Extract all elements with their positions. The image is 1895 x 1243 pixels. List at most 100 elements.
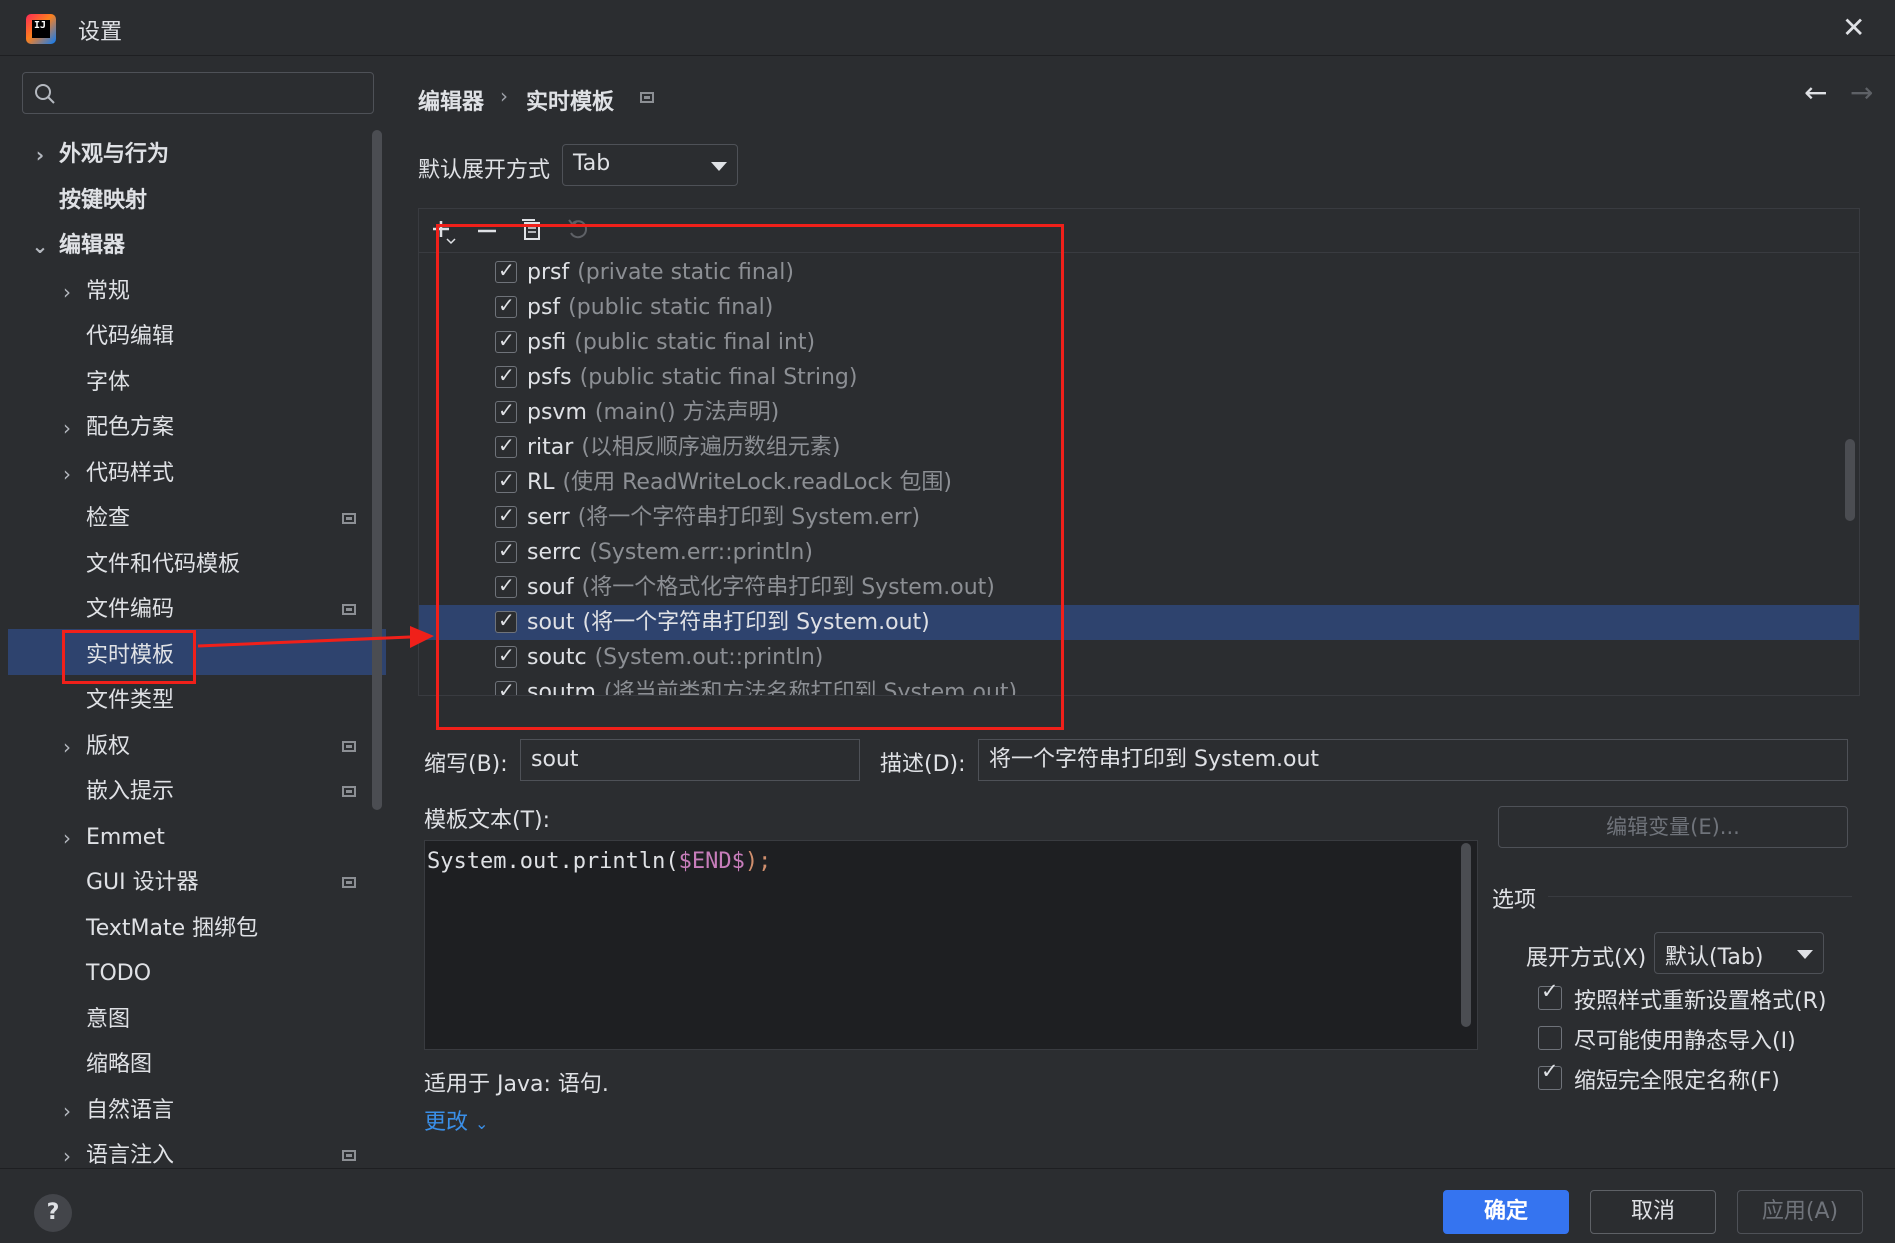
sidebar-item-label: 版权 — [86, 733, 131, 759]
template-code: System.out.println($END$); — [427, 849, 772, 874]
project-scope-icon — [342, 1150, 356, 1161]
templates-scrollbar[interactable] — [1845, 439, 1855, 521]
sidebar-item[interactable]: 字体 — [57, 363, 370, 403]
sidebar-item-label: 配色方案 — [86, 415, 175, 440]
sidebar-item-label: GUI 设计器 — [86, 870, 199, 895]
sidebar-item[interactable]: › 配色方案 — [57, 408, 370, 448]
sidebar-item[interactable]: › Emmet — [57, 818, 370, 858]
sidebar-item[interactable]: 缩略图 — [57, 1045, 370, 1085]
back-arrow-icon[interactable]: ← — [1804, 76, 1827, 109]
sidebar-item[interactable]: › 自然语言 — [57, 1091, 370, 1131]
chevron-right-icon[interactable]: › — [57, 408, 77, 448]
option-label: 按照样式重新设置格式(R) — [1574, 989, 1827, 1014]
help-button[interactable]: ? — [34, 1194, 72, 1232]
project-scope-icon — [640, 92, 654, 103]
expand-with-select[interactable]: 默认(Tab) — [1654, 932, 1824, 974]
abbreviation-label: 缩写(B): — [424, 752, 508, 777]
sidebar-item-label: 字体 — [86, 369, 131, 395]
template-text-editor[interactable]: System.out.println($END$); — [424, 840, 1478, 1050]
sidebar-item[interactable]: TextMate 捆绑包 — [57, 909, 370, 949]
default-expand-value: Tab — [573, 151, 611, 176]
annotation-highlight-box-list — [436, 224, 1064, 730]
project-scope-icon — [342, 740, 356, 752]
chevron-right-icon[interactable]: › — [57, 272, 77, 312]
sidebar-item-label: 代码样式 — [86, 460, 175, 486]
chevron-down-icon[interactable]: ⌄ — [30, 226, 50, 266]
sidebar-item-label: 自然语言 — [86, 1097, 175, 1123]
sidebar-scrollbar[interactable] — [372, 130, 382, 810]
window-title: 设置 — [78, 20, 123, 45]
breadcrumb-current: 实时模板 — [526, 90, 615, 115]
description-label: 描述(D): — [880, 752, 966, 777]
options-title: 选项 — [1492, 888, 1537, 913]
description-input[interactable]: 将一个字符串打印到 System.out — [978, 739, 1848, 781]
chevron-right-icon[interactable]: › — [57, 818, 77, 858]
options-divider — [1548, 896, 1852, 897]
annotation-highlight-box-nav — [62, 630, 196, 684]
sidebar-item[interactable]: › 版权 — [57, 727, 370, 767]
chevron-right-icon[interactable]: › — [57, 454, 77, 494]
sidebar-item-label: 编辑器 — [59, 233, 126, 258]
project-scope-icon — [342, 604, 356, 615]
sidebar-item[interactable]: ⌄ 编辑器 — [30, 226, 370, 266]
sidebar-item-label: 嵌入提示 — [86, 779, 175, 804]
sidebar-item-label: 检查 — [86, 506, 131, 531]
expand-with-label: 展开方式(X) — [1526, 946, 1647, 971]
breadcrumb-parent[interactable]: 编辑器 — [418, 84, 484, 116]
chevron-right-icon[interactable]: › — [30, 135, 50, 175]
cancel-button[interactable]: 取消 — [1590, 1190, 1716, 1234]
change-context-link[interactable]: 更改 ⌄ — [424, 1104, 488, 1136]
option-checkbox[interactable] — [1538, 1026, 1562, 1050]
sidebar-item-label: TextMate 捆绑包 — [86, 915, 259, 941]
search-icon — [35, 84, 55, 104]
sidebar-item-label: 缩略图 — [86, 1052, 153, 1077]
sidebar-item[interactable]: 按键映射 — [30, 181, 370, 221]
abbreviation-input[interactable]: sout — [520, 739, 860, 781]
project-scope-icon — [342, 786, 356, 797]
sidebar-item[interactable]: 检查 — [57, 499, 370, 539]
sidebar-item-label: 按键映射 — [59, 187, 148, 213]
expand-with-value: 默认(Tab) — [1665, 945, 1764, 970]
sidebar-item-label: 外观与行为 — [59, 142, 170, 167]
project-scope-icon — [342, 877, 356, 888]
dropdown-caret-icon — [711, 162, 727, 171]
chevron-right-icon[interactable]: › — [57, 1091, 77, 1131]
sidebar-item[interactable]: › 外观与行为 — [30, 135, 370, 175]
sidebar-item[interactable]: GUI 设计器 — [57, 863, 370, 903]
edit-variables-button[interactable]: 编辑变量(E)... — [1498, 806, 1848, 848]
settings-search-input[interactable] — [22, 72, 374, 114]
ok-button[interactable]: 确定 — [1443, 1190, 1569, 1234]
sidebar-item[interactable]: 代码编辑 — [57, 317, 370, 357]
sidebar-item[interactable]: 嵌入提示 — [57, 772, 370, 812]
template-text-scrollbar[interactable] — [1461, 843, 1471, 1027]
sidebar-item-label: 代码编辑 — [86, 324, 175, 349]
intellij-logo-icon: IJ — [26, 14, 56, 44]
applicable-context: 适用于 Java: 语句. — [424, 1072, 609, 1097]
dropdown-caret-icon — [1797, 950, 1813, 959]
sidebar-item[interactable]: 文件类型 — [57, 681, 370, 721]
chevron-down-icon: ⌄ — [475, 1114, 489, 1133]
sidebar-item-label: Emmet — [86, 824, 165, 850]
forward-arrow-icon[interactable]: → — [1850, 76, 1873, 109]
sidebar-item-label: 意图 — [86, 1006, 131, 1032]
sidebar-item[interactable]: 文件和代码模板 — [57, 545, 370, 585]
sidebar-item[interactable]: › 代码样式 — [57, 454, 370, 494]
sidebar-item-label: 文件和代码模板 — [86, 551, 241, 577]
default-expand-select[interactable]: Tab — [562, 144, 738, 186]
default-expand-label: 默认展开方式 — [418, 158, 551, 183]
sidebar-item[interactable]: › 常规 — [57, 272, 370, 312]
chevron-right-icon[interactable]: › — [57, 727, 77, 767]
option-checkbox[interactable] — [1538, 1059, 1562, 1090]
sidebar-item-label: 文件类型 — [86, 688, 175, 713]
breadcrumb-separator-icon: › — [500, 84, 508, 108]
sidebar-item-label: 常规 — [86, 278, 131, 304]
sidebar-item-label: TODO — [86, 961, 152, 986]
sidebar-item[interactable]: TODO — [57, 954, 370, 994]
option-label: 缩短完全限定名称(F) — [1574, 1069, 1780, 1094]
option-checkbox[interactable] — [1538, 979, 1562, 1010]
close-icon[interactable]: ✕ — [1842, 14, 1865, 42]
title-bar — [0, 0, 1895, 56]
apply-button[interactable]: 应用(A) — [1737, 1190, 1863, 1234]
sidebar-item[interactable]: 意图 — [57, 1000, 370, 1040]
sidebar-item-label: 文件编码 — [86, 597, 175, 622]
